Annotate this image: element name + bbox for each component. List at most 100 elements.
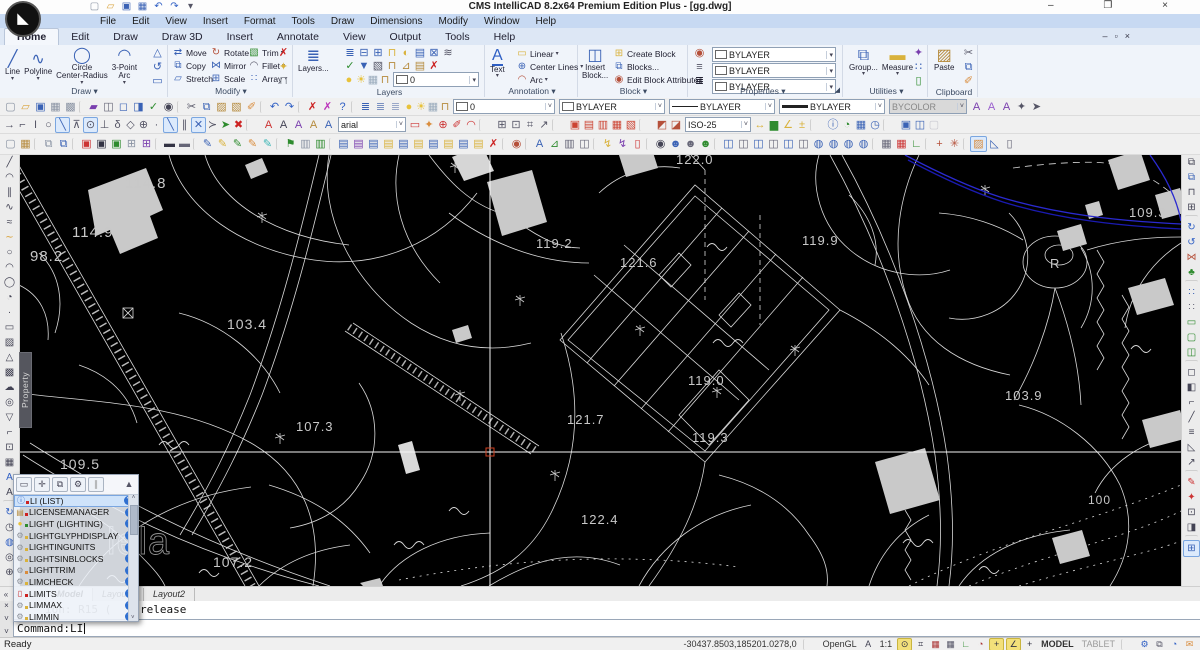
print-preview-icon[interactable]: ◻ — [116, 100, 131, 114]
render-icon[interactable]: ▨ — [970, 136, 987, 152]
explode-icon[interactable]: ✦ — [1184, 490, 1199, 505]
snap-midpoint-icon[interactable]: ╲ — [55, 117, 70, 133]
pencil-green-icon[interactable]: ✎ — [230, 137, 245, 151]
redo-icon[interactable]: ↷ — [282, 100, 297, 114]
command-suggestion-item[interactable]: ⚙ LIGHTINGUNITS ? — [14, 541, 138, 553]
model-toggle[interactable]: MODEL — [1038, 639, 1077, 650]
ortho-icon[interactable]: ∟ — [909, 137, 924, 151]
dim-text-edit-icon[interactable]: ◪ — [669, 118, 683, 132]
draworder-above-icon[interactable]: ⊕ — [436, 118, 450, 132]
menu-item[interactable]: View — [157, 16, 195, 27]
layer-tool-3-icon[interactable]: ▤ — [366, 137, 381, 151]
dim-baseline-icon[interactable]: ▣ — [568, 118, 582, 132]
offset-icon[interactable]: ≡ — [1184, 425, 1199, 440]
walk3-icon[interactable]: ☻ — [698, 137, 713, 151]
snap-from-icon[interactable]: ⌐ — [16, 118, 29, 132]
ribbon-draw-button[interactable]: ◯Circle Center-Radius▾ — [54, 46, 110, 87]
mtext-style-icon[interactable]: A — [984, 100, 999, 114]
dim-center-icon[interactable]: ▦ — [610, 118, 624, 132]
measure-area-icon[interactable]: ▆ — [767, 118, 781, 132]
menu-item[interactable]: Help — [528, 16, 565, 27]
menu-item[interactable]: Insert — [195, 16, 236, 27]
scale-label[interactable]: 1:1 — [877, 639, 896, 650]
cut-icon[interactable]: ✂ — [184, 100, 199, 114]
pencil-orange-icon[interactable]: ✎ — [245, 137, 260, 151]
array-path-icon[interactable]: ∷ — [1184, 300, 1199, 315]
snap-nearest-icon[interactable]: ╲ — [163, 117, 178, 133]
region-icon[interactable]: ⊡ — [2, 440, 17, 455]
layer-tool-2-icon[interactable]: ▤ — [351, 137, 366, 151]
text-export-icon[interactable]: A — [532, 137, 547, 151]
clipboard-group-label[interactable]: Clipboard — [931, 87, 977, 97]
layer-lock-icon[interactable]: ⊓ — [439, 100, 451, 114]
ribbon-draw-button[interactable]: ╱Line▾ — [3, 50, 22, 82]
coordinates[interactable]: -30437.8503,185201.0278,0 — [681, 639, 800, 650]
layer-merge-icon[interactable]: ≋ — [441, 46, 455, 60]
lightning2-icon[interactable]: ↯ — [615, 137, 630, 151]
ribbon-tab[interactable]: Edit — [59, 29, 101, 45]
layer-tool-8-icon[interactable]: ▤ — [441, 137, 456, 151]
layer-tool-6-icon[interactable]: ▤ — [411, 137, 426, 151]
open-icon[interactable]: ▱ — [18, 100, 33, 114]
text-tan-icon[interactable]: A — [306, 118, 321, 132]
cloud-icon[interactable]: ☁ — [2, 380, 17, 395]
popup-doc-icon[interactable]: ▭ — [16, 477, 32, 492]
boundary-icon[interactable]: ▩ — [2, 365, 17, 380]
draw-group-label[interactable]: Draw ▾ — [2, 86, 167, 97]
spline-edit-icon[interactable]: ↗ — [1184, 455, 1199, 470]
dim-style-combo[interactable]: ISO-25˅ — [685, 117, 751, 132]
popup-scrollbar[interactable]: ˄ ˅ — [128, 495, 138, 621]
griddot-toggle-icon[interactable]: ▦ — [929, 639, 942, 650]
layer-states-icon[interactable]: ≣ — [388, 100, 403, 114]
rotate-ccw-icon[interactable]: ↺ — [1184, 235, 1199, 250]
layer-manager-icon[interactable]: ≣ — [358, 100, 373, 114]
rotate-cw-icon[interactable]: ↻ — [1184, 220, 1199, 235]
utility-button[interactable]: ▬Measure▾ — [880, 46, 915, 78]
mirror-icon[interactable]: ⋈ — [1184, 250, 1199, 265]
ribbon-tab[interactable]: Tools — [433, 29, 482, 45]
measure-angle-icon[interactable]: ∠ — [781, 118, 795, 132]
purge-icon[interactable]: ✗ — [320, 100, 335, 114]
crosshair-toggle-icon[interactable]: + — [989, 638, 1004, 650]
command-suggestion-item[interactable]: ⚙ LIGHTGLYPHDISPLAY ? — [14, 530, 138, 542]
modify-button[interactable]: ▱Stretch — [172, 72, 213, 85]
layer-lock-sm-icon[interactable]: ⊓ — [379, 73, 391, 87]
ribbon-tab[interactable]: Help — [482, 29, 528, 45]
ellipse-icon[interactable]: ◯ — [2, 275, 17, 290]
popup-window-icon[interactable]: ⧉ — [52, 477, 68, 492]
dim-radius-icon[interactable]: ▧ — [624, 118, 638, 132]
copy-clip-icon[interactable]: ⧉ — [961, 60, 976, 74]
linetype-combo[interactable]: BYLAYER˅ — [669, 99, 775, 114]
stretch-icon[interactable]: ▭ — [1184, 315, 1199, 330]
menu-item[interactable]: Dimensions — [362, 16, 430, 27]
ribbon-tab[interactable]: View — [331, 29, 378, 45]
wireframe-icon[interactable]: ▯ — [1002, 137, 1017, 151]
pencil-cyan-icon[interactable]: ✎ — [260, 137, 275, 151]
polygon-icon[interactable]: △ — [2, 350, 17, 365]
expand-cmd-button[interactable]: ˅ — [1, 614, 12, 624]
layer-freeze-icon[interactable]: ⊞ — [371, 46, 385, 60]
annotation-scale-icon[interactable]: A — [862, 639, 875, 650]
annotative-style-icon[interactable]: A — [999, 100, 1014, 114]
hatch-icon[interactable]: ▨ — [2, 335, 17, 350]
pencil-yellow-icon[interactable]: ✎ — [215, 137, 230, 151]
ribbon-draw-button[interactable]: ∿Polyline▾ — [22, 50, 54, 82]
table-icon[interactable]: ▦ — [854, 118, 868, 132]
view-top-icon[interactable]: ◫ — [721, 137, 736, 151]
layer-current-icon[interactable]: ▼ — [357, 59, 371, 73]
text-button[interactable]: A Text▾ — [488, 46, 507, 80]
polyline-icon[interactable]: ∿ — [2, 200, 17, 215]
snap-insertion-icon[interactable]: ⊕ — [137, 118, 150, 132]
copy-red-icon[interactable]: ▣ — [79, 137, 94, 151]
link-edit-icon[interactable]: ⊞ — [139, 137, 154, 151]
measure-volume-icon[interactable]: ± — [795, 118, 809, 132]
utilities-group-label[interactable]: Utilities ▾ — [846, 86, 927, 97]
table-icon[interactable]: ▦ — [2, 455, 17, 470]
grid-toggle-icon[interactable]: ▦ — [944, 639, 957, 650]
text-style-combo[interactable]: arial˅ — [338, 117, 406, 132]
layer-unisolate-icon[interactable]: ⊟ — [357, 46, 371, 60]
annotation-button[interactable]: ⊕Center Lines▾ — [516, 60, 583, 73]
command-suggestion-item[interactable]: ⚙ LIGHTSINBLOCKS ? — [14, 553, 138, 565]
chamfer-icon[interactable]: ╱ — [1184, 410, 1199, 425]
new-icon[interactable]: ▢ — [88, 1, 101, 13]
